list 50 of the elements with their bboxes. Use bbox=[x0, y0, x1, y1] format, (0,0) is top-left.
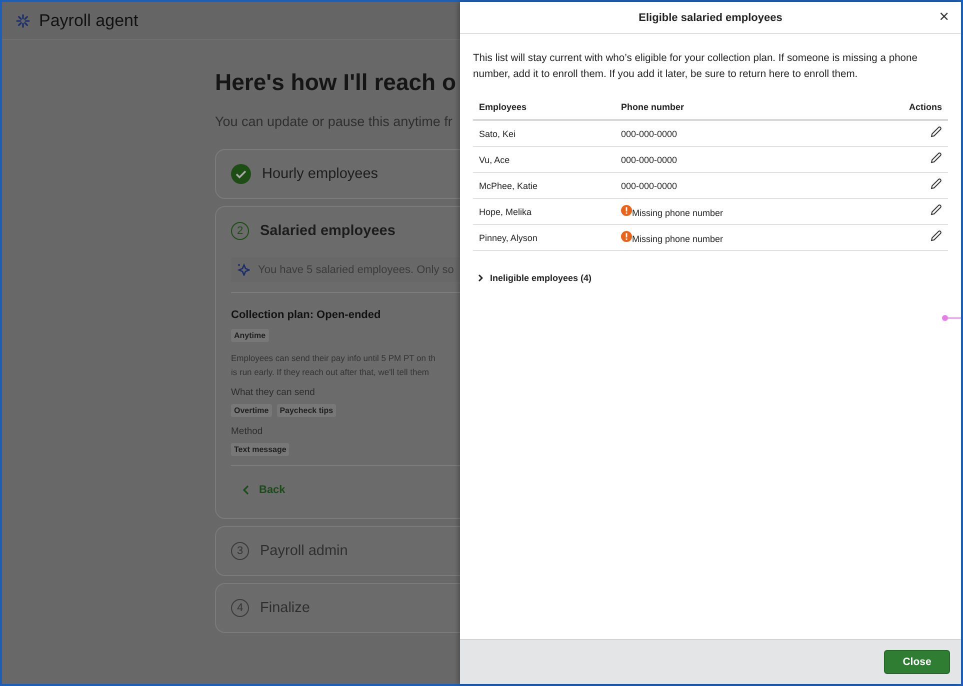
employee-name: Vu, Ace bbox=[473, 146, 615, 172]
pencil-icon bbox=[930, 230, 942, 242]
phone-number: 000-000-0000 bbox=[621, 180, 678, 190]
missing-phone-warning: Missing phone number bbox=[621, 234, 724, 244]
step-number: 3 bbox=[231, 542, 249, 560]
column-header: Phone number bbox=[615, 94, 854, 120]
plan-description: is run early. If they reach out after that, we'll tell them bbox=[231, 366, 430, 379]
employee-name: Hope, Melika bbox=[473, 198, 615, 224]
sparkle-icon bbox=[237, 263, 250, 276]
step-title: Finalize bbox=[260, 600, 310, 616]
page-subtitle: You can update or pause this anytime fr bbox=[215, 114, 454, 129]
employee-name: Pinney, Alyson bbox=[473, 224, 615, 250]
tag: Paycheck tips bbox=[276, 404, 336, 417]
connector-dot-icon bbox=[941, 314, 961, 322]
ineligible-toggle[interactable]: Ineligible employees (4) bbox=[478, 273, 592, 283]
step-number: 2 bbox=[231, 222, 249, 240]
section-label: What they can send bbox=[231, 387, 316, 398]
warning-icon bbox=[621, 231, 632, 242]
close-button[interactable]: Close bbox=[884, 650, 950, 674]
step-number: 4 bbox=[231, 599, 249, 617]
plan-description: Employees can send their pay info until 5 PM PT on th bbox=[231, 352, 436, 365]
chevron-left-icon bbox=[243, 485, 249, 495]
asterisk-icon bbox=[16, 14, 30, 28]
section-label: Method bbox=[231, 426, 264, 437]
drawer-description: This list will stay current with who’s eligible for your collection plan. If someone is missing a phone number, add it to enroll them. If you add it later, be sure to return here to enroll them. bbox=[473, 52, 918, 82]
chevron-right-icon bbox=[478, 274, 483, 282]
check-circle-icon bbox=[231, 164, 251, 184]
pencil-icon bbox=[930, 126, 942, 138]
warning-icon bbox=[621, 205, 632, 216]
plan-title: Collection plan: Open-ended bbox=[231, 309, 382, 321]
page-heading: Here's how I'll reach o bbox=[215, 69, 458, 96]
missing-phone-warning: Missing phone number bbox=[621, 208, 724, 218]
pencil-icon bbox=[930, 152, 942, 164]
step-title: Salaried employees bbox=[260, 223, 396, 239]
pencil-icon bbox=[930, 204, 942, 216]
close-button[interactable]: × bbox=[939, 8, 949, 26]
employee-name: Sato, Kei bbox=[473, 120, 615, 146]
phone-number: 000-000-0000 bbox=[621, 128, 678, 138]
employee-name: McPhee, Katie bbox=[473, 172, 615, 198]
tag: Anytime bbox=[231, 329, 269, 342]
tag: Text message bbox=[231, 443, 290, 456]
step-title: Hourly employees bbox=[262, 166, 378, 182]
app-title: Payroll agent bbox=[39, 10, 138, 30]
column-header: Actions bbox=[854, 94, 948, 120]
drawer-title: Eligible salaried employees bbox=[638, 12, 782, 24]
step-title: Payroll admin bbox=[260, 543, 348, 559]
phone-number: 000-000-0000 bbox=[621, 154, 678, 164]
column-header: Employees bbox=[473, 94, 615, 120]
tag: Overtime bbox=[231, 404, 272, 417]
pencil-icon bbox=[930, 178, 942, 190]
